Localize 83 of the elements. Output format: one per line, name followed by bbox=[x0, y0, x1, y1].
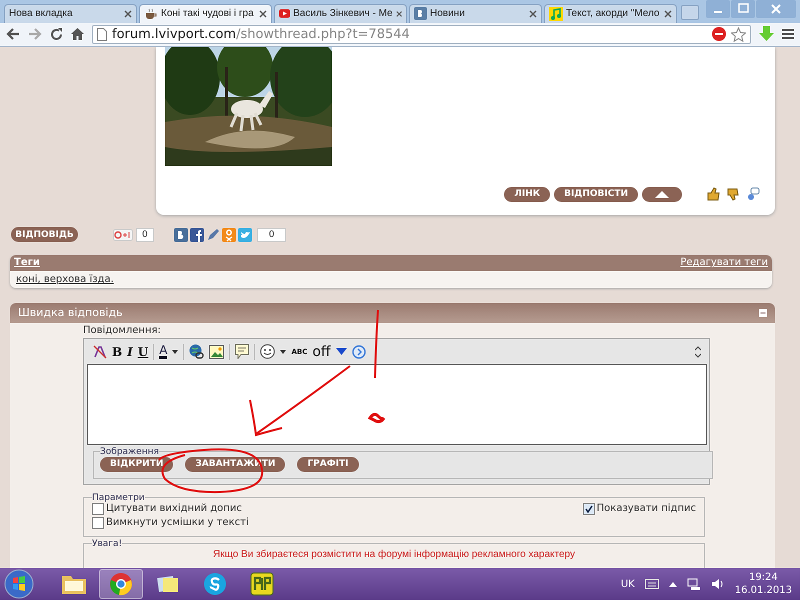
taskbar-app[interactable] bbox=[99, 569, 143, 600]
underline-button[interactable]: U bbox=[138, 344, 148, 359]
checkbox[interactable] bbox=[92, 516, 104, 529]
browser-tab[interactable]: Коні такі чудові і гра bbox=[139, 4, 272, 23]
quote-icon[interactable] bbox=[235, 344, 250, 360]
checkbox-label: Показувати підпис bbox=[596, 503, 696, 514]
fieldset-legend: Увага! bbox=[92, 538, 122, 549]
menu-icon[interactable] bbox=[782, 28, 794, 40]
tag-link[interactable]: коні, верхова їзда. bbox=[16, 274, 114, 285]
toggle-button[interactable]: off bbox=[312, 344, 331, 360]
clock[interactable]: 19:24 16.01.2013 bbox=[734, 571, 792, 598]
bold-button[interactable]: B bbox=[112, 344, 122, 359]
folder-icon[interactable] bbox=[61, 573, 87, 596]
page-icon bbox=[97, 28, 107, 41]
skype-icon[interactable] bbox=[203, 572, 227, 596]
browser-tab[interactable]: Текст, акорди "Мело bbox=[544, 4, 677, 23]
stop-sign-icon[interactable] bbox=[712, 27, 726, 42]
thumbs-down-icon[interactable] bbox=[726, 187, 740, 202]
panel-title: Швидка відповідь bbox=[18, 306, 123, 320]
browser-tab[interactable]: Нова вкладка bbox=[4, 4, 137, 23]
browser-tab[interactable]: Новини bbox=[409, 4, 542, 23]
edit-tags-link[interactable]: Редагувати теги bbox=[680, 257, 768, 268]
resize-icon[interactable] bbox=[695, 346, 701, 358]
checkbox[interactable] bbox=[92, 502, 104, 515]
browser-tab[interactable]: Василь Зінкевич - Ме bbox=[274, 4, 407, 23]
collapse-icon[interactable] bbox=[759, 308, 767, 317]
caret-icon[interactable] bbox=[172, 350, 178, 354]
close-icon[interactable] bbox=[529, 10, 537, 18]
thumbs-up-icon[interactable] bbox=[706, 187, 720, 202]
start-button[interactable] bbox=[4, 569, 34, 600]
share-count: 0 bbox=[256, 228, 286, 242]
facebook-icon[interactable] bbox=[190, 228, 204, 242]
vk-icon[interactable] bbox=[174, 228, 188, 242]
image-button[interactable]: ГРАФІТІ bbox=[297, 456, 358, 472]
reply-button[interactable]: ВІДПОВІДЬ bbox=[11, 227, 78, 242]
post-action-button[interactable]: ВІДПОВІСТИ bbox=[554, 186, 638, 202]
play-circle-icon[interactable] bbox=[352, 344, 366, 359]
back-icon[interactable] bbox=[6, 28, 20, 40]
game-icon[interactable] bbox=[250, 572, 274, 596]
up-arrow-icon[interactable] bbox=[668, 582, 677, 587]
tags-heading[interactable]: Теги bbox=[14, 257, 40, 268]
star-icon[interactable] bbox=[731, 26, 746, 42]
checkbox[interactable] bbox=[582, 502, 595, 515]
post-action-button[interactable]: ЛІНК bbox=[504, 186, 550, 202]
font-color-button[interactable]: A bbox=[159, 344, 168, 360]
globe-link-icon[interactable] bbox=[189, 344, 204, 360]
language-indicator[interactable]: UK bbox=[620, 578, 635, 590]
address-bar[interactable]: forum.lvivport.com/showthread.php?t=78544 bbox=[92, 24, 751, 44]
italic-button[interactable]: I bbox=[127, 344, 133, 359]
network-icon[interactable] bbox=[686, 578, 701, 590]
quote-reply-icon[interactable] bbox=[746, 186, 760, 202]
social-icon bbox=[414, 7, 427, 20]
play-icon bbox=[279, 8, 290, 20]
volume-icon[interactable] bbox=[710, 578, 725, 590]
fieldset-legend: Зображення bbox=[100, 446, 159, 457]
browser-icon[interactable] bbox=[109, 572, 133, 596]
reload-icon[interactable] bbox=[50, 28, 63, 41]
image-button[interactable]: ЗАВАНТАЖИТИ bbox=[185, 456, 286, 472]
close-icon[interactable] bbox=[259, 10, 267, 18]
dropdown-icon[interactable] bbox=[336, 348, 347, 356]
image-icon[interactable] bbox=[209, 344, 224, 359]
pencil-icon[interactable] bbox=[206, 228, 220, 242]
smiley-icon[interactable] bbox=[260, 344, 276, 360]
close-icon[interactable] bbox=[124, 10, 132, 18]
cup-icon bbox=[144, 6, 158, 21]
checkbox-label: Вимкнути усмішки у тексті bbox=[106, 517, 249, 528]
music-note-icon bbox=[549, 6, 563, 21]
remove-format-icon[interactable] bbox=[93, 344, 107, 359]
message-label: Повідомлення: bbox=[83, 324, 162, 338]
fieldset-legend: Параметри bbox=[92, 492, 145, 503]
plus-one-icon[interactable] bbox=[113, 228, 133, 241]
home-icon[interactable] bbox=[71, 28, 84, 40]
checkbox-label: Цитувати вихідний допис bbox=[106, 503, 242, 514]
caret-icon[interactable] bbox=[280, 350, 286, 354]
notice-text: Якщо Ви збираєтеся розмістити на форумі інформацію рекламного характеру bbox=[212, 548, 576, 560]
close-icon[interactable] bbox=[664, 10, 672, 18]
scroll-top-button[interactable] bbox=[642, 186, 682, 202]
close-icon[interactable] bbox=[396, 10, 402, 18]
up-triangle-icon bbox=[655, 190, 669, 198]
keyboard-icon[interactable] bbox=[644, 579, 659, 590]
share-count: 0 bbox=[136, 228, 154, 242]
message-field[interactable] bbox=[87, 364, 707, 445]
image-button[interactable]: ВІДКРИТИ bbox=[100, 456, 174, 472]
